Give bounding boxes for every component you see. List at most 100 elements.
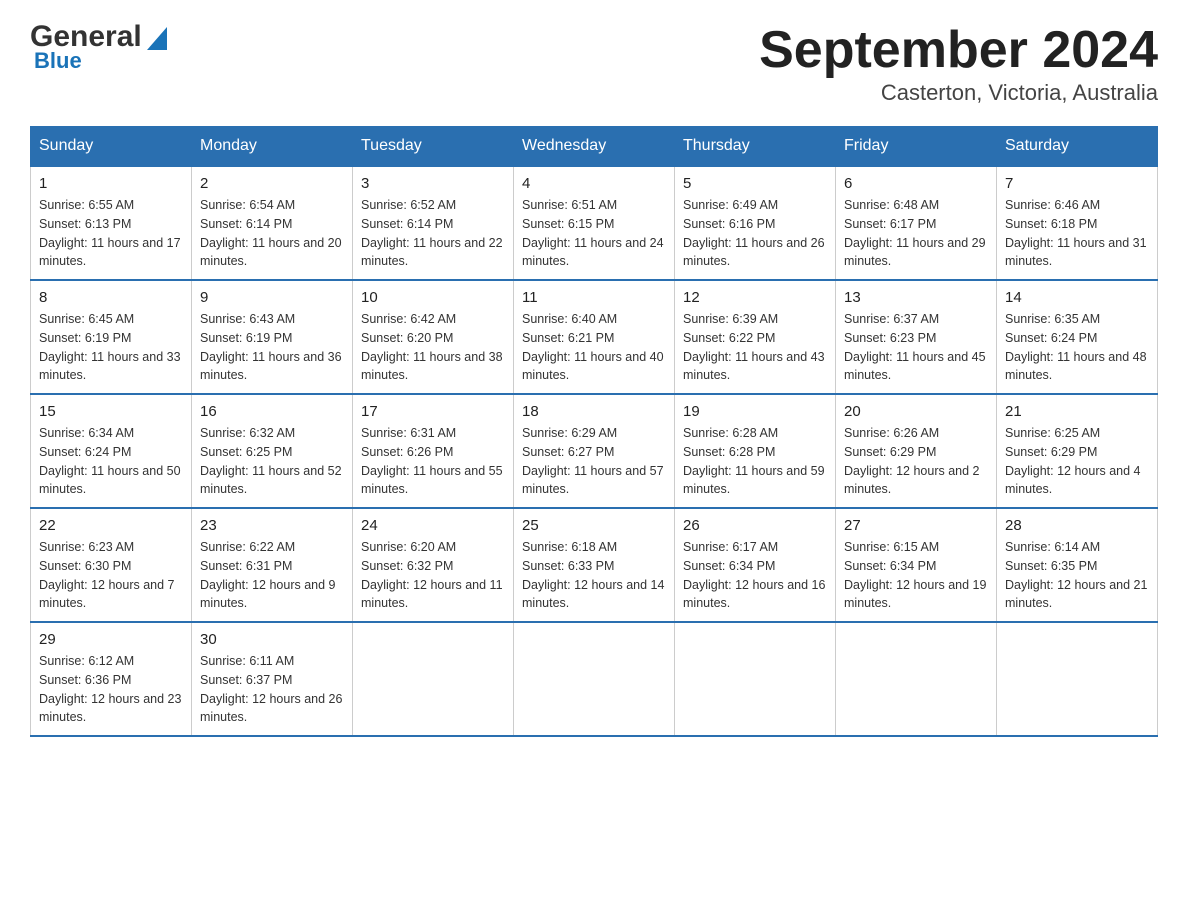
day-number: 13 [844,289,988,306]
day-number: 5 [683,175,827,192]
day-number: 15 [39,403,183,420]
table-row: 6 Sunrise: 6:48 AMSunset: 6:17 PMDayligh… [836,166,997,280]
day-number: 4 [522,175,666,192]
table-row: 27 Sunrise: 6:15 AMSunset: 6:34 PMDaylig… [836,508,997,622]
day-info: Sunrise: 6:35 AMSunset: 6:24 PMDaylight:… [1005,310,1149,385]
table-row: 14 Sunrise: 6:35 AMSunset: 6:24 PMDaylig… [997,280,1158,394]
table-row: 22 Sunrise: 6:23 AMSunset: 6:30 PMDaylig… [31,508,192,622]
day-number: 6 [844,175,988,192]
day-number: 24 [361,517,505,534]
day-info: Sunrise: 6:54 AMSunset: 6:14 PMDaylight:… [200,196,344,271]
day-number: 21 [1005,403,1149,420]
table-row [353,622,514,736]
day-info: Sunrise: 6:18 AMSunset: 6:33 PMDaylight:… [522,538,666,613]
day-info: Sunrise: 6:55 AMSunset: 6:13 PMDaylight:… [39,196,183,271]
table-row: 3 Sunrise: 6:52 AMSunset: 6:14 PMDayligh… [353,166,514,280]
day-info: Sunrise: 6:22 AMSunset: 6:31 PMDaylight:… [200,538,344,613]
calendar-header-row: Sunday Monday Tuesday Wednesday Thursday… [31,127,1158,167]
col-saturday: Saturday [997,127,1158,167]
calendar-week-row: 8 Sunrise: 6:45 AMSunset: 6:19 PMDayligh… [31,280,1158,394]
day-number: 23 [200,517,344,534]
table-row: 12 Sunrise: 6:39 AMSunset: 6:22 PMDaylig… [675,280,836,394]
calendar-subtitle: Casterton, Victoria, Australia [759,80,1158,106]
day-number: 26 [683,517,827,534]
day-number: 29 [39,631,183,648]
table-row: 8 Sunrise: 6:45 AMSunset: 6:19 PMDayligh… [31,280,192,394]
day-info: Sunrise: 6:37 AMSunset: 6:23 PMDaylight:… [844,310,988,385]
table-row: 9 Sunrise: 6:43 AMSunset: 6:19 PMDayligh… [192,280,353,394]
logo: General Blue [30,20,172,74]
table-row: 18 Sunrise: 6:29 AMSunset: 6:27 PMDaylig… [514,394,675,508]
table-row: 1 Sunrise: 6:55 AMSunset: 6:13 PMDayligh… [31,166,192,280]
day-info: Sunrise: 6:31 AMSunset: 6:26 PMDaylight:… [361,424,505,499]
col-friday: Friday [836,127,997,167]
day-info: Sunrise: 6:34 AMSunset: 6:24 PMDaylight:… [39,424,183,499]
day-info: Sunrise: 6:14 AMSunset: 6:35 PMDaylight:… [1005,538,1149,613]
table-row: 13 Sunrise: 6:37 AMSunset: 6:23 PMDaylig… [836,280,997,394]
day-number: 16 [200,403,344,420]
day-number: 8 [39,289,183,306]
table-row: 20 Sunrise: 6:26 AMSunset: 6:29 PMDaylig… [836,394,997,508]
table-row: 30 Sunrise: 6:11 AMSunset: 6:37 PMDaylig… [192,622,353,736]
day-info: Sunrise: 6:26 AMSunset: 6:29 PMDaylight:… [844,424,988,499]
day-info: Sunrise: 6:25 AMSunset: 6:29 PMDaylight:… [1005,424,1149,499]
day-info: Sunrise: 6:23 AMSunset: 6:30 PMDaylight:… [39,538,183,613]
table-row: 15 Sunrise: 6:34 AMSunset: 6:24 PMDaylig… [31,394,192,508]
day-info: Sunrise: 6:43 AMSunset: 6:19 PMDaylight:… [200,310,344,385]
day-number: 19 [683,403,827,420]
logo-triangle-icon [142,22,172,52]
day-number: 7 [1005,175,1149,192]
day-info: Sunrise: 6:28 AMSunset: 6:28 PMDaylight:… [683,424,827,499]
col-sunday: Sunday [31,127,192,167]
day-info: Sunrise: 6:32 AMSunset: 6:25 PMDaylight:… [200,424,344,499]
day-number: 12 [683,289,827,306]
day-info: Sunrise: 6:40 AMSunset: 6:21 PMDaylight:… [522,310,666,385]
day-number: 2 [200,175,344,192]
day-number: 30 [200,631,344,648]
day-number: 9 [200,289,344,306]
day-info: Sunrise: 6:17 AMSunset: 6:34 PMDaylight:… [683,538,827,613]
calendar-week-row: 15 Sunrise: 6:34 AMSunset: 6:24 PMDaylig… [31,394,1158,508]
day-info: Sunrise: 6:29 AMSunset: 6:27 PMDaylight:… [522,424,666,499]
day-info: Sunrise: 6:52 AMSunset: 6:14 PMDaylight:… [361,196,505,271]
table-row [514,622,675,736]
day-number: 18 [522,403,666,420]
calendar-table: Sunday Monday Tuesday Wednesday Thursday… [30,126,1158,737]
table-row: 19 Sunrise: 6:28 AMSunset: 6:28 PMDaylig… [675,394,836,508]
day-number: 14 [1005,289,1149,306]
page-header: General Blue September 2024 Casterton, V… [30,20,1158,106]
table-row: 29 Sunrise: 6:12 AMSunset: 6:36 PMDaylig… [31,622,192,736]
table-row: 23 Sunrise: 6:22 AMSunset: 6:31 PMDaylig… [192,508,353,622]
table-row: 7 Sunrise: 6:46 AMSunset: 6:18 PMDayligh… [997,166,1158,280]
day-info: Sunrise: 6:51 AMSunset: 6:15 PMDaylight:… [522,196,666,271]
calendar-title: September 2024 [759,20,1158,80]
day-info: Sunrise: 6:39 AMSunset: 6:22 PMDaylight:… [683,310,827,385]
table-row: 21 Sunrise: 6:25 AMSunset: 6:29 PMDaylig… [997,394,1158,508]
col-thursday: Thursday [675,127,836,167]
col-monday: Monday [192,127,353,167]
day-number: 11 [522,289,666,306]
table-row: 17 Sunrise: 6:31 AMSunset: 6:26 PMDaylig… [353,394,514,508]
table-row: 26 Sunrise: 6:17 AMSunset: 6:34 PMDaylig… [675,508,836,622]
calendar-week-row: 1 Sunrise: 6:55 AMSunset: 6:13 PMDayligh… [31,166,1158,280]
day-info: Sunrise: 6:20 AMSunset: 6:32 PMDaylight:… [361,538,505,613]
day-info: Sunrise: 6:48 AMSunset: 6:17 PMDaylight:… [844,196,988,271]
table-row: 28 Sunrise: 6:14 AMSunset: 6:35 PMDaylig… [997,508,1158,622]
day-number: 10 [361,289,505,306]
day-info: Sunrise: 6:11 AMSunset: 6:37 PMDaylight:… [200,652,344,727]
table-row: 4 Sunrise: 6:51 AMSunset: 6:15 PMDayligh… [514,166,675,280]
table-row: 16 Sunrise: 6:32 AMSunset: 6:25 PMDaylig… [192,394,353,508]
day-info: Sunrise: 6:15 AMSunset: 6:34 PMDaylight:… [844,538,988,613]
table-row [836,622,997,736]
table-row: 24 Sunrise: 6:20 AMSunset: 6:32 PMDaylig… [353,508,514,622]
day-number: 1 [39,175,183,192]
day-info: Sunrise: 6:46 AMSunset: 6:18 PMDaylight:… [1005,196,1149,271]
day-number: 20 [844,403,988,420]
table-row [997,622,1158,736]
day-info: Sunrise: 6:45 AMSunset: 6:19 PMDaylight:… [39,310,183,385]
table-row: 5 Sunrise: 6:49 AMSunset: 6:16 PMDayligh… [675,166,836,280]
col-tuesday: Tuesday [353,127,514,167]
day-number: 27 [844,517,988,534]
table-row: 2 Sunrise: 6:54 AMSunset: 6:14 PMDayligh… [192,166,353,280]
table-row: 25 Sunrise: 6:18 AMSunset: 6:33 PMDaylig… [514,508,675,622]
